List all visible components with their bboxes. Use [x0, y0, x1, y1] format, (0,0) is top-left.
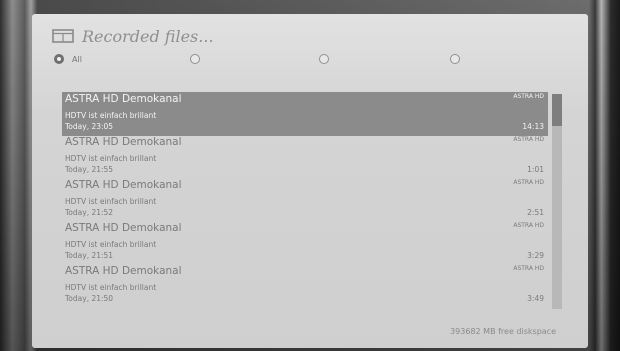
filter-option-4[interactable]	[450, 54, 460, 64]
channel-name: ASTRA HD Demokanal	[65, 265, 182, 277]
film-icon	[52, 29, 74, 43]
recording-item[interactable]: ASTRA HD Demokanal ASTRA HD HDTV ist ein…	[62, 135, 548, 179]
panel-header: Recorded files...	[52, 24, 214, 48]
recording-title: HDTV ist einfach brillant	[65, 111, 157, 120]
channel-logo: ASTRA HD	[513, 222, 544, 229]
recording-duration: 1:01	[527, 165, 544, 174]
channel-name: ASTRA HD Demokanal	[65, 136, 182, 148]
recording-duration: 3:49	[527, 294, 544, 303]
page-title: Recorded files...	[82, 26, 214, 46]
channel-name: ASTRA HD Demokanal	[65, 222, 182, 234]
recording-duration: 2:51	[527, 208, 544, 217]
recording-date: Today, 21:51	[65, 251, 114, 260]
radio-icon[interactable]	[190, 54, 200, 64]
list-scrollbar[interactable]	[552, 94, 562, 309]
radio-icon[interactable]	[450, 54, 460, 64]
disk-space-status: 393682 MB free diskspace	[450, 327, 556, 336]
recording-date: Today, 21:52	[65, 208, 114, 217]
filter-all[interactable]: All	[54, 54, 82, 64]
channel-logo: ASTRA HD	[513, 93, 544, 100]
radio-icon[interactable]	[54, 54, 64, 64]
recording-item[interactable]: ASTRA HD Demokanal ASTRA HD HDTV ist ein…	[62, 92, 548, 136]
recordings-panel: Recorded files... All ASTRA HD Demokanal…	[32, 14, 588, 348]
channel-logo: ASTRA HD	[513, 136, 544, 143]
channel-name: ASTRA HD Demokanal	[65, 179, 182, 191]
channel-logo: ASTRA HD	[513, 179, 544, 186]
filter-label: All	[72, 54, 82, 64]
recordings-list: ASTRA HD Demokanal ASTRA HD HDTV ist ein…	[62, 92, 548, 310]
recording-title: HDTV ist einfach brillant	[65, 283, 157, 292]
recording-title: HDTV ist einfach brillant	[65, 197, 157, 206]
recording-item[interactable]: ASTRA HD Demokanal ASTRA HD HDTV ist ein…	[62, 221, 548, 265]
channel-logo: ASTRA HD	[513, 265, 544, 272]
recording-item[interactable]: ASTRA HD Demokanal ASTRA HD HDTV ist ein…	[62, 264, 548, 308]
recording-item[interactable]: ASTRA HD Demokanal ASTRA HD HDTV ist ein…	[62, 178, 548, 222]
filter-bar: All	[54, 54, 574, 70]
recording-date: Today, 21:50	[65, 294, 114, 303]
recording-date: Today, 23:05	[65, 122, 114, 131]
recording-duration: 3:29	[527, 251, 544, 260]
recording-duration: 14:13	[522, 122, 544, 131]
recording-title: HDTV ist einfach brillant	[65, 154, 157, 163]
filter-option-2[interactable]	[190, 54, 200, 64]
filter-option-3[interactable]	[319, 54, 329, 64]
radio-icon[interactable]	[319, 54, 329, 64]
recording-title: HDTV ist einfach brillant	[65, 240, 157, 249]
recording-date: Today, 21:55	[65, 165, 114, 174]
scrollbar-thumb[interactable]	[552, 94, 562, 126]
channel-name: ASTRA HD Demokanal	[65, 93, 182, 105]
